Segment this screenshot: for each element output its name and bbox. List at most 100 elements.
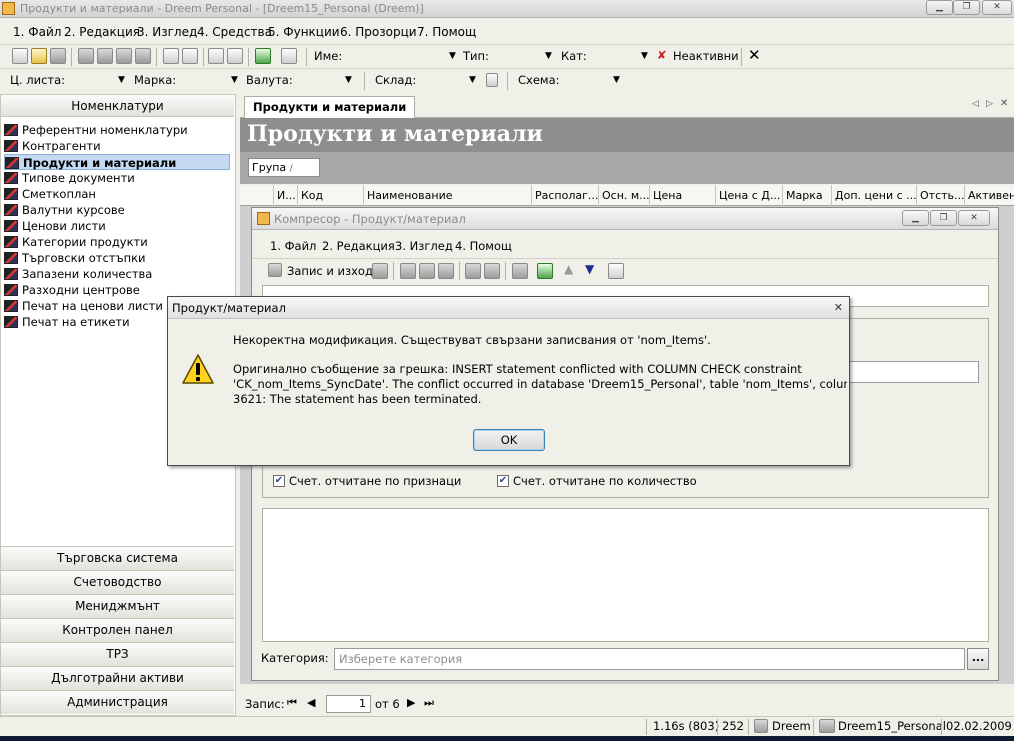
checkbox-accounting-by-attributes[interactable]: ✔	[273, 475, 285, 487]
group-by-field[interactable]: Група /	[248, 158, 320, 177]
sidebar-item[interactable]: Търговски отстъпки	[4, 250, 230, 266]
child-print-preview-icon[interactable]	[484, 263, 500, 279]
form-view-icon[interactable]	[208, 48, 224, 64]
tab-products-materials[interactable]: Продукти и материали	[244, 96, 416, 118]
child-copy-icon[interactable]	[419, 263, 435, 279]
grid-column-header[interactable]: Наименование	[363, 185, 531, 206]
refresh-icon[interactable]	[255, 48, 271, 64]
first-record-icon[interactable]: ⏮	[287, 696, 297, 710]
brand-dropdown-icon[interactable]: ▼	[231, 75, 238, 85]
menu-windows[interactable]: 6. Прозорци	[340, 25, 417, 39]
paste-icon[interactable]	[116, 48, 132, 64]
settings-text-field[interactable]	[831, 361, 979, 383]
section-button[interactable]: Администрация	[1, 690, 234, 714]
sidebar-item[interactable]: Запазени количества	[4, 266, 230, 282]
pricelist-dropdown-icon[interactable]: ▼	[118, 75, 125, 85]
sidebar-item[interactable]: Продукти и материали	[4, 154, 230, 170]
eraser-icon[interactable]	[135, 48, 151, 64]
section-button[interactable]: Дълготрайни активи	[1, 666, 234, 690]
grid-column-header[interactable]: Цена с Д...	[715, 185, 782, 206]
menu-view[interactable]: 3. Изглед	[137, 25, 197, 39]
save-record-icon[interactable]	[372, 263, 388, 279]
section-button[interactable]: Търговска система	[1, 546, 234, 570]
grid-column-header[interactable]: Осн. м...	[598, 185, 649, 206]
sidebar-item[interactable]: Валутни курсове	[4, 202, 230, 218]
notes-area[interactable]	[262, 508, 989, 642]
warehouse-options-icon[interactable]	[486, 73, 498, 87]
prev-record-icon[interactable]: ◀	[307, 696, 315, 709]
print-icon[interactable]	[163, 48, 179, 64]
filter-icon[interactable]	[227, 48, 243, 64]
last-record-icon[interactable]: ⏭	[424, 696, 434, 710]
grid-column-header[interactable]: И...	[273, 185, 297, 206]
sidebar-item[interactable]: Референтни номенклатури	[4, 122, 230, 138]
grid-column-header[interactable]: Отсть...	[916, 185, 964, 206]
section-button[interactable]: Контролен панел	[1, 618, 234, 642]
child-refresh-icon[interactable]	[537, 263, 553, 279]
child-print-icon[interactable]	[465, 263, 481, 279]
move-down-icon[interactable]: ▼	[585, 262, 594, 276]
menu-functions[interactable]: 5. Функции	[268, 25, 340, 39]
currency-dropdown-icon[interactable]: ▼	[345, 75, 352, 85]
grid-column-header[interactable]: Доп. цени с ...	[831, 185, 916, 206]
cat-filter-dropdown-icon[interactable]: ▼	[641, 51, 648, 61]
category-browse-button[interactable]: ...	[967, 648, 989, 670]
sidebar-item[interactable]: Типове документи	[4, 170, 230, 186]
tab-scroll-right-icon[interactable]: ▷	[986, 99, 993, 109]
warehouse-dropdown-icon[interactable]: ▼	[469, 75, 476, 85]
nomenclatures-section-header[interactable]: Номенклатури	[1, 95, 234, 117]
grid-column-header[interactable]: Код	[297, 185, 363, 206]
type-filter-dropdown-icon[interactable]: ▼	[545, 51, 552, 61]
grid-column-header[interactable]: Активен	[964, 185, 1014, 206]
category-input[interactable]: Изберете категория	[334, 648, 965, 670]
menu-edit[interactable]: 2. Редакция	[64, 25, 140, 39]
inactive-toggle[interactable]: Неактивни	[673, 49, 739, 63]
tab-close-icon[interactable]: ✕	[1000, 98, 1008, 109]
cut-icon[interactable]	[78, 48, 94, 64]
restore-button[interactable]: ❐	[953, 0, 980, 15]
child-details-icon[interactable]	[512, 263, 528, 279]
child-cut-icon[interactable]	[400, 263, 416, 279]
close-button[interactable]: ✕	[982, 0, 1012, 15]
name-filter-dropdown-icon[interactable]: ▼	[449, 51, 456, 61]
checkbox-accounting-by-quantity[interactable]: ✔	[497, 475, 509, 487]
menu-help[interactable]: 7. Помощ	[417, 25, 476, 39]
child-help-icon[interactable]	[608, 263, 624, 279]
save-and-close-button[interactable]: Запис и изход	[287, 264, 373, 278]
open-folder-icon[interactable]	[31, 48, 47, 64]
sidebar-item[interactable]: Категории продукти	[4, 234, 230, 250]
move-up-icon[interactable]: ▲	[564, 262, 573, 276]
child-paste-icon[interactable]	[438, 263, 454, 279]
help-icon[interactable]	[281, 48, 297, 64]
tab-scroll-left-icon[interactable]: ◁	[972, 99, 979, 109]
grid-column-header[interactable]: Цена	[649, 185, 715, 206]
sidebar-item[interactable]: Контрагенти	[4, 138, 230, 154]
save-close-icon[interactable]	[268, 263, 282, 277]
menu-file[interactable]: 1. Файл	[13, 25, 61, 39]
clear-filter-icon[interactable]: ✕	[748, 46, 761, 64]
child-menu-view[interactable]: 3. Изглед	[395, 239, 453, 253]
grid-column-header[interactable]: Располаг...	[531, 185, 598, 206]
section-button[interactable]: ТРЗ	[1, 642, 234, 666]
child-minimize-button[interactable]: ▁	[902, 210, 929, 226]
minimize-button[interactable]: ▁	[926, 0, 953, 15]
child-menu-file[interactable]: 1. Файл	[270, 239, 316, 253]
save-icon[interactable]	[50, 48, 66, 64]
child-close-button[interactable]: ✕	[958, 210, 990, 226]
menu-tools[interactable]: 4. Средства	[197, 25, 272, 39]
grid-column-header[interactable]: Марка	[782, 185, 831, 206]
new-icon[interactable]	[12, 48, 28, 64]
child-restore-button[interactable]: ❐	[930, 210, 957, 226]
section-button[interactable]: Мениджмънт	[1, 594, 234, 618]
sidebar-item[interactable]: Ценови листи	[4, 218, 230, 234]
copy-icon[interactable]	[97, 48, 113, 64]
next-record-icon[interactable]: ▶	[407, 696, 415, 709]
sidebar-item[interactable]: Сметкоплан	[4, 186, 230, 202]
dialog-close-icon[interactable]: ✕	[834, 301, 843, 314]
print-preview-icon[interactable]	[182, 48, 198, 64]
scheme-dropdown-icon[interactable]: ▼	[613, 75, 620, 85]
current-record-input[interactable]: 1	[326, 695, 371, 713]
section-button[interactable]: Счетоводство	[1, 570, 234, 594]
ok-button[interactable]: OK	[473, 429, 545, 451]
child-menu-help[interactable]: 4. Помощ	[455, 239, 512, 253]
